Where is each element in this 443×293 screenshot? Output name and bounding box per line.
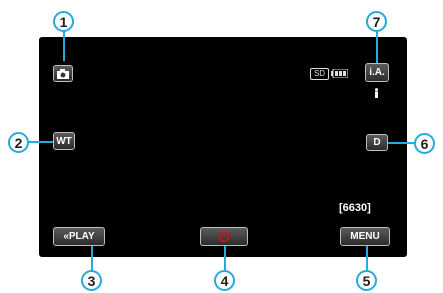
callout-line-4 xyxy=(224,246,226,272)
callout-2: 2 xyxy=(8,132,29,153)
sd-card-indicator: SD xyxy=(310,68,329,80)
camera-icon xyxy=(57,68,69,79)
camera-screen: SD i.A. WT D [6630] «PLAY MENU xyxy=(39,37,407,257)
zoom-wt-button[interactable]: WT xyxy=(53,132,75,150)
callout-3: 3 xyxy=(81,270,102,291)
still-mode-button[interactable] xyxy=(53,65,73,82)
remaining-shots-count: [6630] xyxy=(339,202,371,214)
callout-line-5 xyxy=(366,246,368,272)
figure-icon xyxy=(375,88,378,98)
d-button[interactable]: D xyxy=(366,134,388,151)
callout-line-1 xyxy=(63,31,65,61)
intelligent-auto-button[interactable]: i.A. xyxy=(365,63,389,82)
callout-4: 4 xyxy=(214,270,235,291)
callout-line-2 xyxy=(29,141,53,143)
callout-6: 6 xyxy=(414,133,435,154)
callout-7: 7 xyxy=(366,11,387,32)
record-button[interactable] xyxy=(200,227,248,246)
menu-button[interactable]: MENU xyxy=(340,227,390,246)
callout-5: 5 xyxy=(356,270,377,291)
battery-icon xyxy=(331,69,348,78)
callout-line-7 xyxy=(376,31,378,63)
callout-line-3 xyxy=(91,246,93,272)
callout-line-6 xyxy=(388,142,416,144)
callout-1: 1 xyxy=(53,11,74,32)
play-button[interactable]: «PLAY xyxy=(53,227,105,246)
record-circle-icon xyxy=(218,231,230,242)
